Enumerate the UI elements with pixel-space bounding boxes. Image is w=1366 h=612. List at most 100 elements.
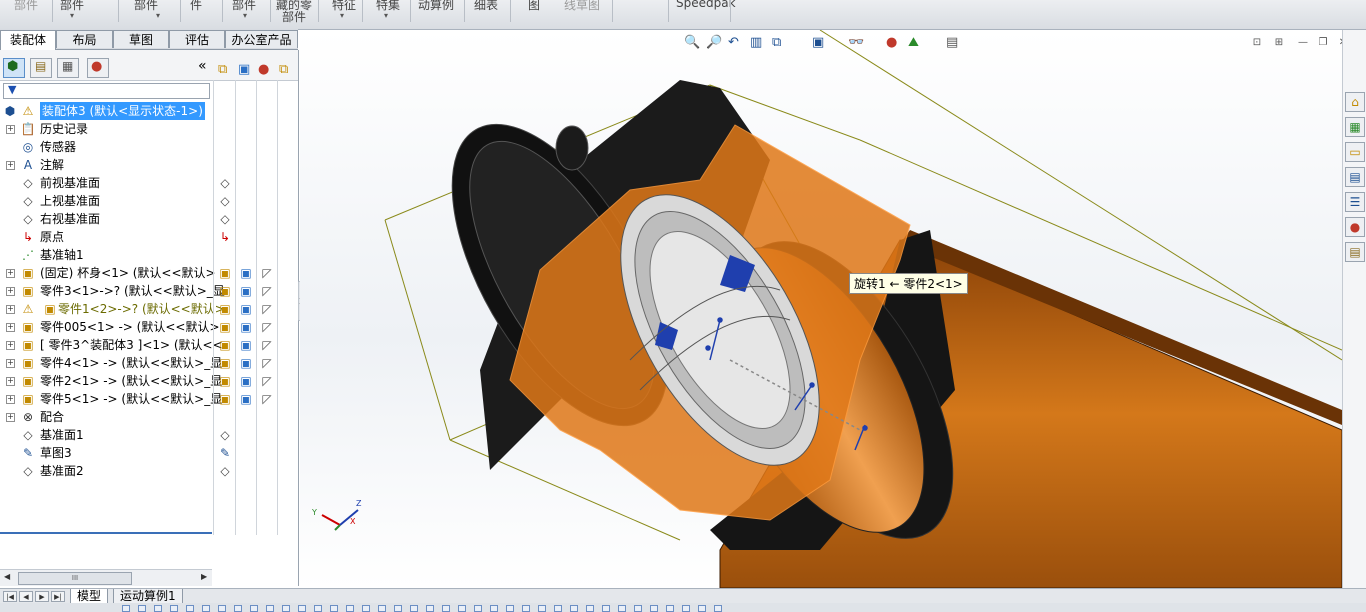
tree-item[interactable]: ↳ 原点 (0, 228, 212, 246)
status-tool-icon[interactable] (378, 605, 386, 612)
ribbon-dropdown-icon[interactable]: ▾ (384, 11, 388, 20)
status-tool-icon[interactable] (138, 605, 146, 612)
custom-properties-icon[interactable]: ☰ (1345, 192, 1365, 212)
status-tool-icon[interactable] (346, 605, 354, 612)
view-palette-icon[interactable]: ▤ (1345, 167, 1365, 187)
tree-item[interactable]: + ▣ [ 零件3^装配体3 ]<1> (默认<< (0, 336, 223, 354)
configuration-manager-tab[interactable]: ▦ (57, 58, 79, 78)
appearance-display-icon[interactable]: ◸ (259, 265, 275, 281)
status-tool-icon[interactable] (218, 605, 226, 612)
status-tool-icon[interactable] (586, 605, 594, 612)
minimize-button[interactable]: — (1296, 37, 1310, 49)
status-tool-icon[interactable] (522, 605, 530, 612)
graphics-area[interactable]: Y Z X 🔍 🔎 ↶ ▥ ⧉ ▣ 👓 ● ⛰ ▤ ⊡ ⊞ — ❐ ✕ 旋转1 … (300, 30, 1342, 588)
status-tool-icon[interactable] (506, 605, 514, 612)
ribbon-item[interactable]: 部件 (134, 0, 158, 13)
plane-display-icon[interactable]: ◇ (217, 211, 233, 227)
ribbon-item[interactable]: 部件 (282, 8, 306, 25)
section-view-icon[interactable]: ▥ (750, 35, 762, 50)
edit-appearance-icon[interactable]: ● (886, 35, 897, 50)
plane-display-icon[interactable]: ◇ (217, 427, 233, 443)
hide-show-items-icon[interactable]: 👓 (848, 35, 864, 50)
status-tool-icon[interactable] (186, 605, 194, 612)
model-canvas[interactable]: Y Z X (300, 30, 1342, 588)
ribbon-dropdown-icon[interactable]: ▾ (70, 11, 74, 20)
part-display-icon[interactable]: ▣ (217, 283, 233, 299)
tree-item[interactable]: ◇ 右视基准面 (0, 210, 212, 228)
ribbon-dropdown-icon[interactable]: ▾ (156, 11, 160, 20)
expand-toggle-icon[interactable]: + (6, 269, 15, 278)
plane-display-icon[interactable]: ◇ (217, 193, 233, 209)
appearance-display-icon[interactable]: ◸ (259, 301, 275, 317)
ribbon-item[interactable]: 部件 (14, 0, 38, 13)
tree-item[interactable]: ⋰ 基准轴1 (0, 246, 212, 264)
sketch-display-icon[interactable]: ✎ (217, 445, 233, 461)
tree-item[interactable]: ⬢ ⚠ 装配体3 (默认<显示状态-1>) (0, 102, 212, 120)
expand-toggle-icon[interactable]: + (6, 287, 15, 296)
tab-0[interactable]: 装配体 (0, 30, 56, 50)
status-tool-icon[interactable] (666, 605, 674, 612)
view-settings-icon[interactable]: ▤ (946, 35, 958, 50)
status-tool-icon[interactable] (442, 605, 450, 612)
split-view-icon[interactable]: ⊡ (1250, 37, 1264, 49)
ribbon-item[interactable]: 动算例 (418, 0, 454, 13)
tree-item[interactable]: + ▣ (固定) 杯身<1> (默认<<默认> (0, 264, 216, 282)
part-display-icon[interactable]: ▣ (217, 319, 233, 335)
expand-toggle-icon[interactable]: + (6, 413, 15, 422)
ribbon-item[interactable]: 细表 (474, 0, 498, 13)
status-tool-icon[interactable] (362, 605, 370, 612)
zoom-to-fit-icon[interactable]: 🔍 (684, 35, 700, 50)
part-display-icon[interactable]: ▣ (217, 373, 233, 389)
tree-item[interactable]: + ⊗ 配合 (0, 408, 212, 426)
ribbon-item[interactable]: 线草图 (564, 0, 600, 13)
plane-display-icon[interactable]: ◇ (217, 463, 233, 479)
tab-model[interactable]: 模型 (70, 589, 109, 604)
status-tool-icon[interactable] (298, 605, 306, 612)
tab-1[interactable]: 布局 (56, 30, 113, 48)
status-tool-icon[interactable] (426, 605, 434, 612)
last-tab-button[interactable]: ▶| (51, 591, 65, 602)
tab-motion-study[interactable]: 运动算例1 (113, 589, 183, 604)
appearances-icon[interactable]: ● (1345, 217, 1365, 237)
status-tool-icon[interactable] (202, 605, 210, 612)
ribbon-item[interactable]: 件 (190, 0, 202, 13)
tree-item[interactable]: + 📋 历史记录 (0, 120, 212, 138)
status-tool-icon[interactable] (618, 605, 626, 612)
tree-item[interactable]: + ⚠ ▣ 零件1<2>->? (默认<<默认> (0, 300, 225, 318)
status-tool-icon[interactable] (282, 605, 290, 612)
status-tool-icon[interactable] (170, 605, 178, 612)
property-tab-icon[interactable]: ▤ (1345, 242, 1365, 262)
next-tab-button[interactable]: ▶ (35, 591, 49, 602)
expand-toggle-icon[interactable]: + (6, 359, 15, 368)
plane-display-icon[interactable]: ◇ (217, 175, 233, 191)
restore-button[interactable]: ❐ (1316, 37, 1330, 49)
status-tool-icon[interactable] (682, 605, 690, 612)
scroll-right-arrow[interactable]: ▶ (201, 572, 207, 581)
part-display-icon[interactable]: ▣ (217, 355, 233, 371)
expand-toggle-icon[interactable]: + (6, 323, 15, 332)
display-manager-tab[interactable]: ● (87, 58, 109, 78)
status-tool-icon[interactable] (410, 605, 418, 612)
view-orientation-icon[interactable]: ⧉ (772, 35, 781, 50)
tree-item[interactable]: ◇ 前视基准面 (0, 174, 212, 192)
zoom-area-icon[interactable]: 🔎 (706, 35, 722, 50)
display-state-icon[interactable]: ▣ (238, 283, 254, 299)
expand-toggle-icon[interactable]: + (6, 395, 15, 404)
status-tool-icon[interactable] (394, 605, 402, 612)
tab-3[interactable]: 评估 (169, 30, 225, 48)
display-state-icon[interactable]: ▣ (238, 301, 254, 317)
ribbon-item[interactable]: 图 (528, 0, 540, 13)
status-tool-icon[interactable] (330, 605, 338, 612)
filter-icon[interactable]: ▼ (8, 83, 16, 96)
display-state-icon[interactable]: ▣ (238, 337, 254, 353)
tree-item[interactable]: + ▣ 零件005<1> -> (默认<<默认> (0, 318, 220, 336)
tree-filter[interactable]: ▼ (3, 83, 210, 99)
horizontal-scrollbar[interactable]: ◀ III ▶ (0, 569, 212, 586)
tab-2[interactable]: 草图 (113, 30, 169, 48)
expand-toggle-icon[interactable]: + (6, 125, 15, 134)
design-library-icon[interactable]: ▦ (1345, 117, 1365, 137)
solidworks-resources-icon[interactable]: ⌂ (1345, 92, 1365, 112)
tree-item[interactable]: + ▣ 零件3<1>->? (默认<<默认>_显 (0, 282, 225, 300)
ribbon-item[interactable]: Speedpak (676, 0, 736, 10)
expand-toggle-icon[interactable]: + (6, 341, 15, 350)
